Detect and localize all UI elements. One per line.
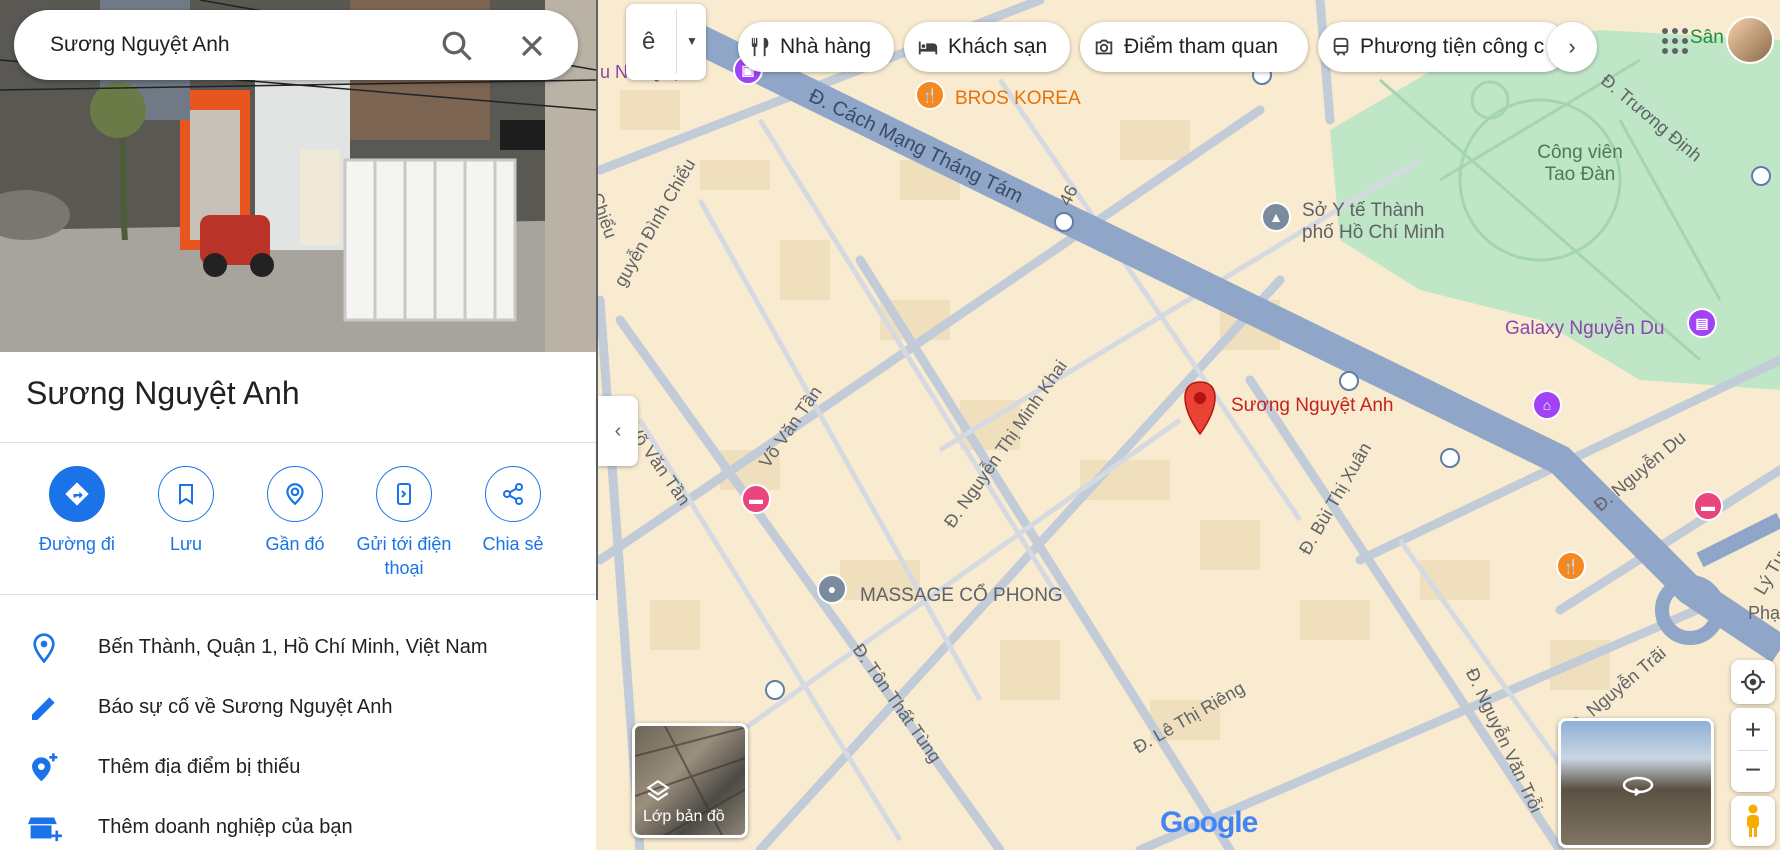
address-row[interactable]: Bến Thành, Quận 1, Hồ Chí Minh, Việt Nam: [0, 618, 596, 678]
address-text: Bến Thành, Quận 1, Hồ Chí Minh, Việt Nam: [98, 636, 488, 658]
share-label: Chia sẻ: [482, 534, 544, 554]
chip-scroll-right-button[interactable]: ›: [1547, 22, 1597, 72]
hotel-icon-2[interactable]: ▬: [1693, 491, 1723, 521]
poi-label-galaxy[interactable]: Galaxy Nguyễn Du: [1505, 318, 1664, 340]
zoom-controls: + −: [1731, 708, 1775, 792]
government-building-icon[interactable]: ▲: [1261, 202, 1291, 232]
location-pin-icon: [28, 632, 60, 664]
chip-hotels[interactable]: Khách sạn: [904, 22, 1070, 72]
report-issue-text: Báo sự cố về Sương Nguyệt Anh: [98, 696, 393, 718]
share-icon: [485, 466, 541, 522]
pin-label[interactable]: Sương Nguyệt Anh: [1231, 395, 1394, 417]
camera-icon: [1095, 39, 1113, 55]
input-tool-label: ê: [642, 28, 656, 55]
chip-label: Điểm tham quan: [1124, 35, 1279, 58]
add-missing-place-text: Thêm địa điểm bị thiếu: [98, 756, 301, 778]
park-label[interactable]: Công viên Tao Đàn: [1520, 142, 1640, 186]
search-input[interactable]: [50, 33, 430, 57]
save-label: Lưu: [169, 534, 203, 554]
share-button[interactable]: Chia sẻ: [458, 466, 568, 556]
health-line2: phố Hồ Chí Minh: [1302, 222, 1445, 243]
chip-label: Nhà hàng: [780, 35, 872, 58]
save-button[interactable]: Lưu: [131, 466, 241, 556]
close-icon[interactable]: [514, 28, 550, 64]
add-business-row[interactable]: Thêm doanh nghiệp của bạn: [0, 798, 596, 850]
google-logo: Google: [1160, 806, 1258, 839]
action-buttons: Đường đi Lưu Gần đó Gửi tới điện thoại C…: [0, 466, 596, 586]
report-issue-row[interactable]: Báo sự cố về Sương Nguyệt Anh: [0, 678, 596, 738]
chip-label: Phương tiện công c: [1360, 35, 1545, 58]
my-location-button[interactable]: [1731, 660, 1775, 704]
chip-attractions[interactable]: Điểm tham quan: [1080, 22, 1308, 72]
chevron-left-icon: ‹: [614, 419, 622, 442]
apps-grid-icon[interactable]: [1662, 28, 1688, 54]
layers-icon: [646, 779, 670, 801]
input-tools-button[interactable]: ê ▼: [626, 4, 706, 80]
add-business-icon: [28, 812, 62, 844]
poi-label-massage[interactable]: MASSAGE CỔ PHONG: [860, 585, 1063, 607]
pegman-icon: [1747, 804, 1759, 837]
directions-label: Đường đi: [39, 534, 115, 554]
bookmark-icon: [158, 466, 214, 522]
place-title: Sương Nguyệt Anh: [26, 375, 300, 411]
chevron-right-icon: ›: [1568, 34, 1576, 59]
nearby-button[interactable]: Gần đó: [240, 466, 350, 556]
pencil-icon: [28, 692, 60, 724]
massage-pin-icon[interactable]: ●: [817, 574, 847, 604]
crosshair-icon: [1741, 670, 1765, 694]
road-label-pha: Phạ: [1748, 603, 1780, 623]
chip-label: Khách sạn: [948, 35, 1048, 58]
zoom-in-button[interactable]: +: [1745, 710, 1761, 750]
layers-label: Lớp bản đồ: [643, 808, 725, 825]
account-text[interactable]: Sân: [1690, 27, 1724, 49]
hotel-bed-icon: [918, 41, 938, 55]
train-icon: [1333, 37, 1349, 56]
temple-icon[interactable]: ⌂: [1532, 390, 1562, 420]
restaurant-icon-2[interactable]: 🍴: [1556, 551, 1586, 581]
place-panel: Sương Nguyệt Anh Đường đi Lưu Gần đó Gửi…: [0, 0, 596, 850]
divider: [0, 594, 596, 595]
search-icon[interactable]: [439, 28, 475, 64]
collapse-panel-button[interactable]: ‹: [598, 396, 638, 466]
send-to-phone-label: Gửi tới điện thoại: [356, 534, 452, 578]
restaurant-icon: [751, 37, 769, 57]
park-label-line1: Công viên: [1537, 142, 1623, 163]
directions-button[interactable]: Đường đi: [22, 466, 132, 556]
chip-restaurants[interactable]: Nhà hàng: [738, 22, 894, 72]
search-box[interactable]: [14, 10, 578, 80]
map-layers-button[interactable]: Lớp bản đồ: [632, 723, 748, 838]
nearby-label: Gần đó: [265, 534, 325, 554]
cinema-icon[interactable]: ▤: [1687, 308, 1717, 338]
add-missing-place-row[interactable]: Thêm địa điểm bị thiếu: [0, 738, 596, 798]
hotel-icon[interactable]: ▬: [741, 484, 771, 514]
divider: [676, 10, 677, 74]
divider: [0, 442, 596, 443]
poi-label-bros-korea[interactable]: BROS KOREA: [955, 88, 1081, 110]
nearby-icon: [267, 466, 323, 522]
street-view-thumbnail[interactable]: [1558, 718, 1714, 848]
street-view-pegman-button[interactable]: [1731, 796, 1775, 846]
restaurant-icon[interactable]: 🍴: [915, 80, 945, 110]
health-line1: Sở Y tế Thành: [1302, 200, 1425, 221]
send-to-phone-button[interactable]: Gửi tới điện thoại: [349, 466, 459, 580]
app-frame: BROS KOREA 🍴 Công viên Tao Đàn ▲ Sở Y tế …: [0, 0, 1780, 850]
avatar[interactable]: [1726, 16, 1774, 64]
add-business-text: Thêm doanh nghiệp của bạn: [98, 816, 353, 838]
send-to-phone-icon: [376, 466, 432, 522]
park-label-line2: Tao Đàn: [1544, 164, 1616, 185]
rotate-360-icon: [1622, 776, 1654, 796]
directions-icon: [49, 466, 105, 522]
add-place-icon: [28, 752, 60, 784]
zoom-out-button[interactable]: −: [1745, 751, 1761, 791]
chip-transit[interactable]: Phương tiện công c: [1318, 22, 1568, 72]
poi-label-health-dept[interactable]: Sở Y tế Thành phố Hồ Chí Minh: [1302, 200, 1445, 244]
chevron-down-icon[interactable]: ▼: [686, 34, 698, 48]
